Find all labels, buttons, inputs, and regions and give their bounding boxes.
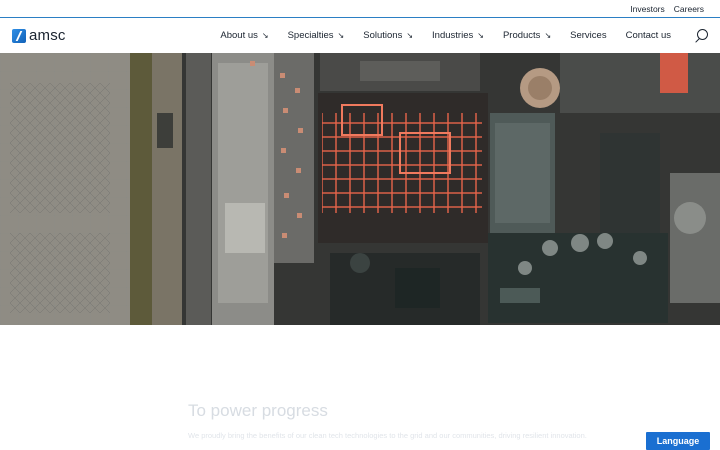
chevron-down-icon: ↘: [261, 31, 269, 40]
chevron-down-icon: ↘: [337, 31, 345, 40]
main-navigation: amsc About us ↘ Specialties ↘ Solutions …: [0, 18, 720, 53]
nav-label: Products: [502, 30, 541, 41]
amsc-logo[interactable]: amsc: [12, 27, 66, 44]
intro-section: To power progress We proudly bring the b…: [0, 325, 720, 450]
utility-bar: Investors Careers: [0, 0, 720, 18]
nav-label: About us: [220, 30, 258, 41]
chevron-down-icon: ↘: [406, 31, 414, 40]
nav-item-specialties[interactable]: Specialties ↘: [288, 30, 345, 41]
careers-link[interactable]: Careers: [674, 4, 704, 14]
investors-link[interactable]: Investors: [630, 4, 665, 14]
chevron-down-icon: ↘: [544, 31, 552, 40]
nav-label: Solutions: [363, 30, 403, 41]
hero-image: [0, 53, 720, 325]
nav-item-about-us[interactable]: About us ↘: [220, 30, 268, 41]
nav-item-solutions[interactable]: Solutions ↘: [363, 30, 413, 41]
nav-item-services[interactable]: Services: [570, 30, 606, 41]
aerial-plant-illustration: [0, 53, 720, 325]
intro-headline: To power progress: [188, 401, 328, 420]
chevron-down-icon: ↘: [477, 31, 484, 40]
nav-item-contact-us[interactable]: Contact us: [626, 30, 671, 41]
search-icon[interactable]: [694, 28, 708, 43]
logo-mark-icon: [12, 28, 26, 43]
nav-label: Services: [570, 30, 607, 41]
nav-menu: About us ↘ Specialties ↘ Solutions ↘ Ind…: [220, 28, 708, 43]
nav-item-industries[interactable]: Industries ↘: [432, 30, 484, 41]
logo-text: amsc: [29, 27, 66, 44]
intro-subline: We proudly bring the benefits of our cle…: [188, 431, 587, 440]
language-button[interactable]: Language: [646, 432, 710, 450]
nav-label: Specialties: [287, 30, 334, 41]
nav-item-products[interactable]: Products ↘: [503, 30, 551, 41]
nav-label: Contact us: [625, 30, 671, 41]
nav-label: Industries: [432, 30, 474, 41]
